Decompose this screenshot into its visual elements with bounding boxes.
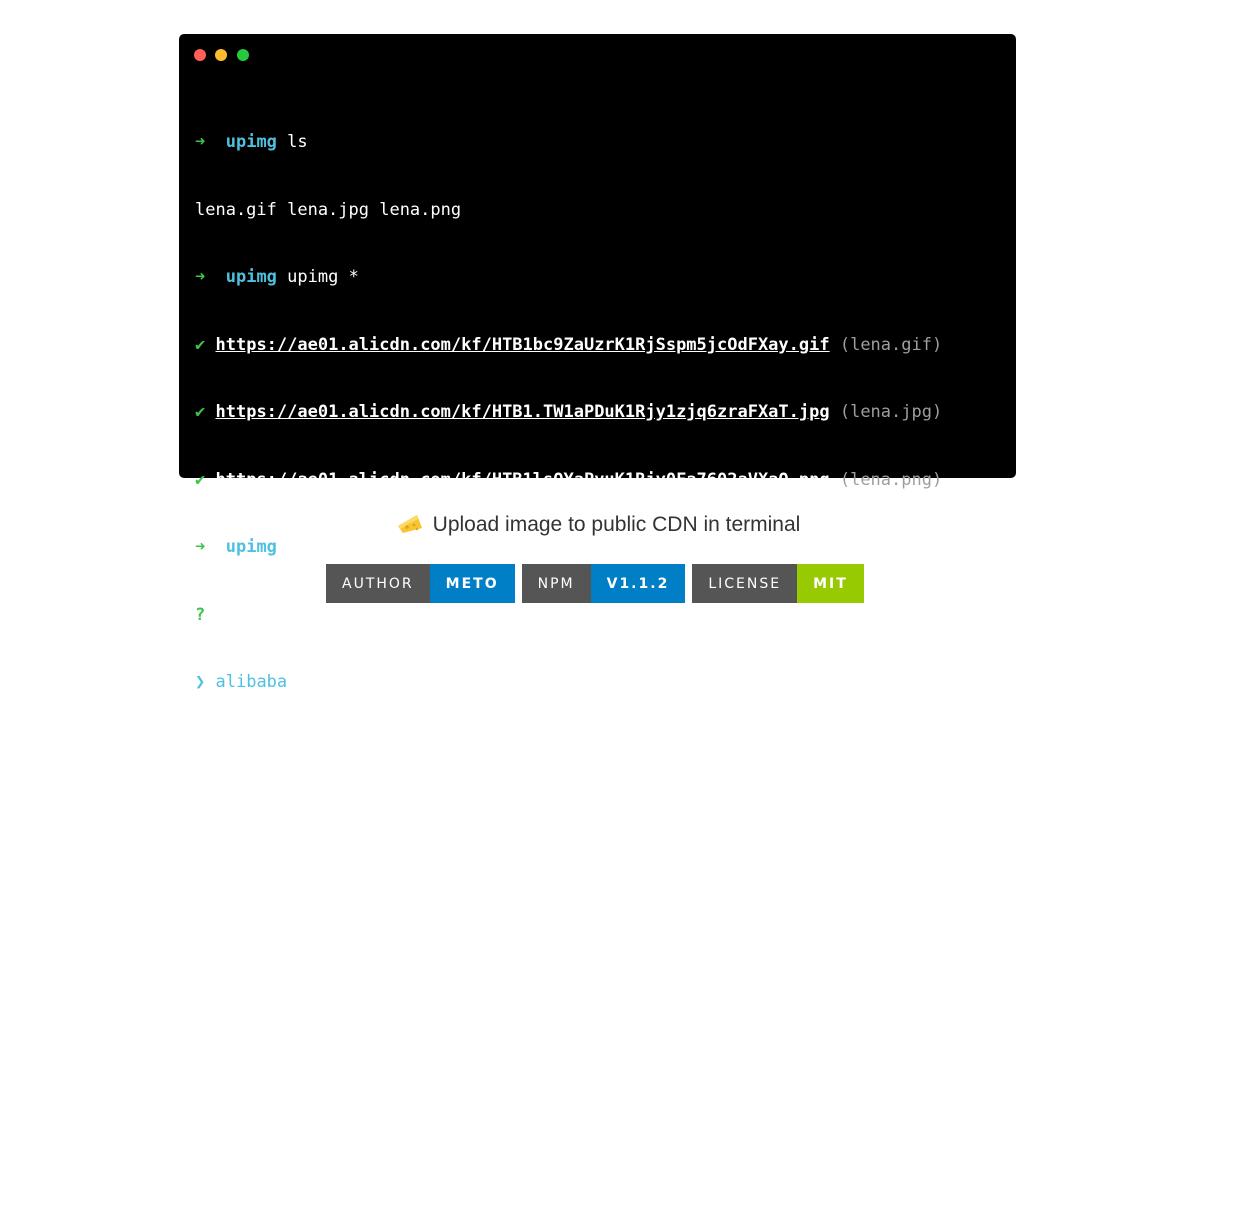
result-filename: (lena.png): [839, 469, 943, 490]
result-line: ✔ https://ae01.alicdn.com/kf/HTB1.TW1aPD…: [195, 401, 1006, 424]
choice-item[interactable]: jd: [195, 739, 1006, 762]
window-controls: [194, 49, 254, 61]
pointer-icon: ❯: [195, 672, 206, 692]
result-filename: (lena.jpg): [839, 402, 943, 422]
checkmark-icon: ✔: [195, 334, 206, 355]
badge-value: V1.1.2: [590, 564, 686, 603]
maximize-button[interactable]: [236, 49, 249, 61]
choice-item[interactable]: xiaomi: [195, 1076, 1006, 1099]
author-badge[interactable]: AUTHOR METO: [326, 564, 515, 603]
choice-item[interactable]: netease: [195, 806, 1006, 829]
question-text: Select CDN server: [215, 604, 390, 625]
result-url-link[interactable]: https://ae01.alicdn.com/kf/HTB1.TW1aPDuK…: [216, 402, 830, 422]
result-line: ✔ https://ae01.alicdn.com/kf/HTB1lsOYaPv…: [195, 469, 1006, 492]
choice-item[interactable]: suning: [195, 1009, 1006, 1032]
prompt-arrow-icon: ➜: [195, 537, 206, 557]
prompt-arrow-icon: ➜: [195, 267, 206, 287]
command-line: ➜ upimg upimg *: [195, 266, 1006, 289]
prompt-dir: upimg: [225, 132, 277, 152]
cheese-icon: [397, 515, 422, 533]
badges-row: AUTHOR METO NPM V1.1.2 LICENSE MIT: [326, 564, 871, 603]
badge-value: MIT: [797, 564, 864, 603]
command-text: upimg *: [287, 267, 359, 287]
result-url-link[interactable]: https://ae01.alicdn.com/kf/HTB1lsOYaPvuK…: [216, 470, 830, 490]
choice-label: alibaba: [215, 672, 288, 692]
terminal-window: ➜ upimg ls lena.gif lena.jpg lena.png ➜ …: [179, 34, 1016, 1165]
close-button[interactable]: [194, 49, 206, 61]
result-filename: (lena.gif): [839, 334, 943, 355]
choice-selected[interactable]: ❯ alibaba: [195, 671, 1006, 694]
badge-label: LICENSE: [692, 564, 798, 603]
command-line: ➜ upimg upimg --config: [195, 536, 1006, 559]
badge-label: NPM: [521, 564, 591, 603]
result-url-link[interactable]: https://ae01.alicdn.com/kf/HTB1bc9ZaUzrK…: [216, 335, 830, 355]
badge-label: AUTHOR: [326, 564, 430, 603]
prompt-dir: upimg: [225, 537, 277, 557]
choice-item[interactable]: smms: [195, 941, 1006, 964]
result-line: ✔ https://ae01.alicdn.com/kf/HTB1bc9ZaUz…: [195, 334, 1006, 357]
tagline: Upload image to public CDN in terminal: [0, 512, 1197, 537]
npm-badge[interactable]: NPM V1.1.2: [521, 564, 686, 603]
choice-item[interactable]: qihoo: [195, 874, 1006, 897]
question-line: ? Select CDN server (Use arrow keys): [195, 604, 1006, 627]
badge-value: METO: [429, 564, 515, 603]
checkmark-icon: ✔: [195, 402, 206, 422]
question-hint: (Use arrow keys): [399, 604, 564, 625]
prompt-arrow-icon: ➜: [195, 132, 206, 152]
terminal-output: ➜ upimg ls lena.gif lena.jpg lena.png ➜ …: [195, 86, 1006, 1211]
minimize-button[interactable]: [215, 49, 228, 61]
checkmark-icon: ✔: [195, 469, 206, 490]
choices-footer: (Move up and down to reveal more choices…: [195, 1144, 615, 1165]
tagline-text: Upload image to public CDN in terminal: [432, 513, 801, 536]
command-text: ls: [287, 132, 308, 152]
command-line: ➜ upimg ls: [195, 131, 1006, 154]
question-mark-icon: ?: [195, 604, 206, 625]
prompt-dir: upimg: [225, 267, 277, 287]
ls-output: lena.gif lena.jpg lena.png: [195, 199, 462, 220]
license-badge[interactable]: LICENSE MIT: [692, 564, 864, 603]
command-text: upimg --config: [287, 537, 431, 557]
